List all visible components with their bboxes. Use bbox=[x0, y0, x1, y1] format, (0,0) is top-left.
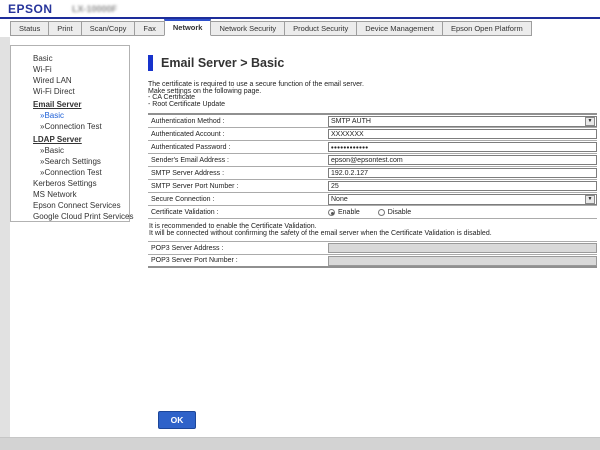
field-label: SMTP Server Address : bbox=[151, 170, 328, 177]
form-row-pop3-server-address: POP3 Server Address : bbox=[148, 242, 597, 255]
authenticated-password-input[interactable] bbox=[328, 142, 597, 152]
smtp-server-port-number-input[interactable] bbox=[328, 181, 597, 191]
note-line: It will be connected without confirming … bbox=[149, 230, 597, 237]
pop3-section: POP3 Server Address : POP3 Server Port N… bbox=[148, 241, 597, 268]
caret-down-icon: ▼ bbox=[588, 119, 593, 124]
form-row-authenticated-account: Authenticated Account : bbox=[148, 128, 597, 141]
network-sidebar: Basic Wi-Fi Wired LAN Wi-Fi Direct Email… bbox=[10, 45, 130, 222]
radio-disable[interactable] bbox=[378, 209, 385, 216]
sidebar-section-ldap-server[interactable]: LDAP Server bbox=[11, 134, 129, 145]
authenticated-account-input[interactable] bbox=[328, 129, 597, 139]
main-tab-bar: Status Print Scan/Copy Fax Network Netwo… bbox=[10, 19, 600, 36]
certificate-validation-radio-group: Enable Disable bbox=[328, 209, 411, 216]
sidebar-item-email-server-basic[interactable]: »Basic bbox=[11, 110, 129, 121]
page-title: Email Server > Basic bbox=[161, 56, 284, 70]
secure-connection-select[interactable]: None ▼ bbox=[328, 194, 597, 205]
senders-email-address-input[interactable] bbox=[328, 155, 597, 165]
field-label: Authenticated Account : bbox=[151, 131, 328, 138]
tab-fax[interactable]: Fax bbox=[134, 21, 165, 36]
selected-value: SMTP AUTH bbox=[329, 118, 585, 125]
sidebar-item-ldap-basic[interactable]: »Basic bbox=[11, 145, 129, 156]
sidebar-item-ms-network[interactable]: MS Network bbox=[11, 189, 129, 200]
radio-disable-label: Disable bbox=[388, 209, 411, 216]
dropdown-arrow-button[interactable]: ▼ bbox=[585, 195, 595, 204]
caret-down-icon: ▼ bbox=[588, 197, 593, 202]
field-label: Authenticated Password : bbox=[151, 144, 328, 151]
description-line: - Root Certificate Update bbox=[148, 102, 597, 109]
selected-value: None bbox=[329, 196, 585, 203]
field-label: POP3 Server Address : bbox=[151, 245, 328, 252]
sidebar-item-wifi[interactable]: Wi-Fi bbox=[11, 64, 129, 75]
field-label: SMTP Server Port Number : bbox=[151, 183, 328, 190]
sidebar-section-email-server[interactable]: Email Server bbox=[11, 99, 129, 110]
tab-network-security[interactable]: Network Security bbox=[210, 21, 285, 36]
pop3-server-port-number-input bbox=[328, 256, 597, 266]
page-title-row: Email Server > Basic bbox=[148, 55, 597, 71]
tab-status[interactable]: Status bbox=[10, 21, 49, 36]
form-row-smtp-server-port-number: SMTP Server Port Number : bbox=[148, 180, 597, 193]
sidebar-item-epson-connect-services[interactable]: Epson Connect Services bbox=[11, 200, 129, 211]
sidebar-item-wifi-direct[interactable]: Wi-Fi Direct bbox=[11, 86, 129, 97]
pop3-server-address-input bbox=[328, 243, 597, 253]
sidebar-item-email-server-connection-test[interactable]: »Connection Test bbox=[11, 121, 129, 132]
form-row-authenticated-password: Authenticated Password : bbox=[148, 141, 597, 154]
sidebar-item-kerberos-settings[interactable]: Kerberos Settings bbox=[11, 178, 129, 189]
certificate-validation-note: It is recommended to enable the Certific… bbox=[149, 223, 597, 237]
form-row-secure-connection: Secure Connection : None ▼ bbox=[148, 193, 597, 206]
sidebar-item-wired-lan[interactable]: Wired LAN bbox=[11, 75, 129, 86]
radio-enable[interactable] bbox=[328, 209, 335, 216]
title-accent-bar bbox=[148, 55, 153, 71]
sidebar-item-ldap-search-settings[interactable]: »Search Settings bbox=[11, 156, 129, 167]
sidebar-item-ldap-connection-test[interactable]: »Connection Test bbox=[11, 167, 129, 178]
tab-print[interactable]: Print bbox=[48, 21, 81, 36]
form-row-authentication-method: Authentication Method : SMTP AUTH ▼ bbox=[148, 115, 597, 128]
field-label: Authentication Method : bbox=[151, 118, 328, 125]
form-row-pop3-server-port-number: POP3 Server Port Number : bbox=[148, 255, 597, 268]
field-label: Certificate Validation : bbox=[151, 209, 328, 216]
printer-model-name: LX-10000F bbox=[72, 4, 117, 14]
page-description: The certificate is required to use a sec… bbox=[148, 82, 597, 108]
authentication-method-select[interactable]: SMTP AUTH ▼ bbox=[328, 116, 597, 127]
email-server-form: Authentication Method : SMTP AUTH ▼ Auth… bbox=[148, 113, 597, 219]
sidebar-item-basic[interactable]: Basic bbox=[11, 53, 129, 64]
tab-scan-copy[interactable]: Scan/Copy bbox=[81, 21, 136, 36]
web-config-page: EPSON LX-10000F Status Print Scan/Copy F… bbox=[0, 0, 600, 450]
field-label: Sender's Email Address : bbox=[151, 157, 328, 164]
smtp-server-address-input[interactable] bbox=[328, 168, 597, 178]
sidebar-item-google-cloud-print-services[interactable]: Google Cloud Print Services bbox=[11, 211, 129, 222]
tab-device-management[interactable]: Device Management bbox=[356, 21, 443, 36]
note-line: It is recommended to enable the Certific… bbox=[149, 223, 597, 230]
bottom-status-strip bbox=[0, 437, 600, 450]
tab-product-security[interactable]: Product Security bbox=[284, 21, 357, 36]
form-row-senders-email-address: Sender's Email Address : bbox=[148, 154, 597, 167]
radio-enable-label: Enable bbox=[338, 209, 360, 216]
main-content: Email Server > Basic The certificate is … bbox=[148, 55, 597, 268]
field-label: POP3 Server Port Number : bbox=[151, 257, 328, 264]
field-label: Secure Connection : bbox=[151, 196, 328, 203]
form-row-smtp-server-address: SMTP Server Address : bbox=[148, 167, 597, 180]
tab-epson-open-platform[interactable]: Epson Open Platform bbox=[442, 21, 532, 36]
left-gutter bbox=[0, 37, 10, 437]
form-row-certificate-validation: Certificate Validation : Enable Disable bbox=[148, 206, 597, 219]
dropdown-arrow-button[interactable]: ▼ bbox=[585, 117, 595, 126]
ok-button[interactable]: OK bbox=[158, 411, 196, 429]
tab-network[interactable]: Network bbox=[164, 19, 212, 36]
epson-logo: EPSON bbox=[8, 2, 53, 16]
